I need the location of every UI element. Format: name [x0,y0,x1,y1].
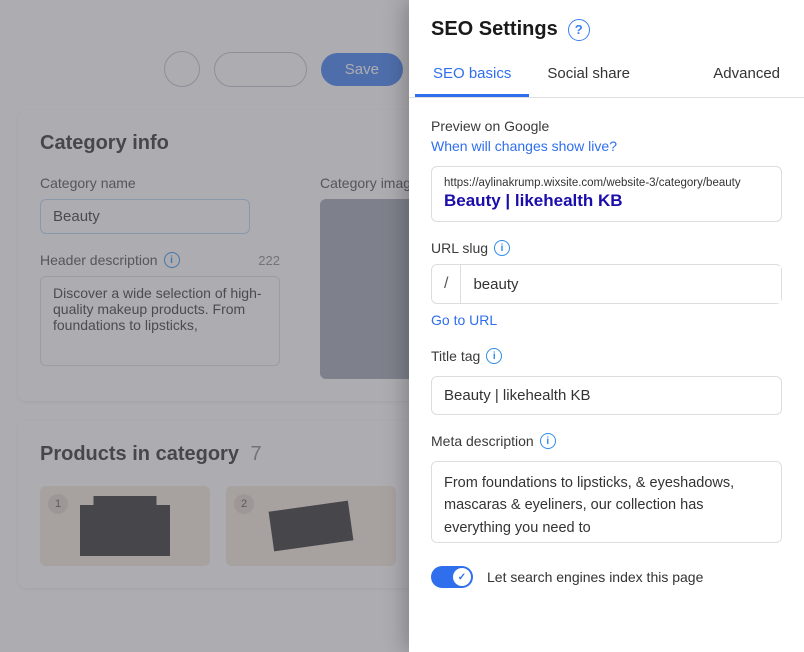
info-icon[interactable]: i [486,348,502,364]
google-preview-box: https://aylinakrump.wixsite.com/website-… [431,166,782,222]
changes-live-link[interactable]: When will changes show live? [431,138,617,154]
url-slug-field: / [431,264,782,304]
seo-settings-panel: SEO Settings ? SEO basics Social share A… [409,0,804,652]
tab-seo-basics[interactable]: SEO basics [415,55,529,97]
seo-tabs: SEO basics Social share Advanced [409,55,804,98]
index-toggle-label: Let search engines index this page [487,569,703,585]
tab-social-share[interactable]: Social share [529,55,648,97]
help-icon[interactable]: ? [568,19,590,41]
title-tag-input[interactable] [431,376,782,415]
seo-panel-title: SEO Settings [431,18,558,41]
index-toggle[interactable]: ✓ [431,566,473,588]
url-slug-input[interactable] [461,266,781,303]
preview-label: Preview on Google [431,118,782,134]
slug-prefix: / [432,265,461,303]
check-icon: ✓ [458,572,466,583]
go-to-url-link[interactable]: Go to URL [431,312,497,328]
info-icon[interactable]: i [540,433,556,449]
preview-url: https://aylinakrump.wixsite.com/website-… [444,177,769,189]
info-icon[interactable]: i [494,240,510,256]
url-slug-label: URL slug [431,240,488,256]
meta-description-input[interactable]: From foundations to lipsticks, & eyeshad… [431,461,782,543]
meta-description-label: Meta description [431,433,534,449]
title-tag-label: Title tag [431,348,480,364]
preview-title: Beauty | likehealth KB [444,191,769,211]
tab-advanced[interactable]: Advanced [695,55,798,97]
